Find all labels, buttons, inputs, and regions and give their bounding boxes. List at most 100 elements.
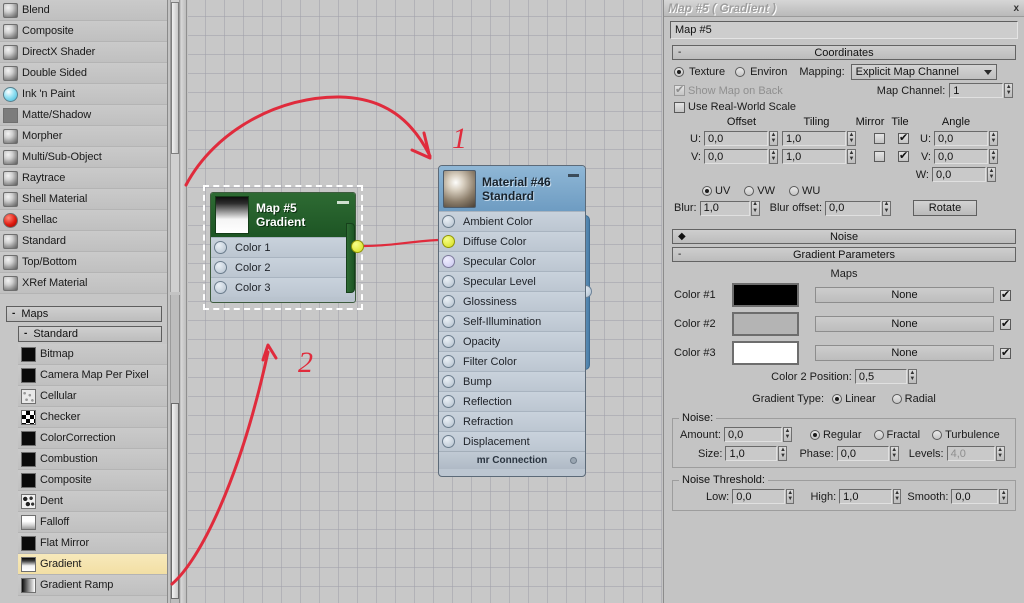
angle-u-input[interactable]: 0,0 [934,131,988,146]
parameter-panel-titlebar[interactable]: Map #5 ( Gradient ) x [664,0,1024,17]
high-input[interactable]: 1,0 [839,489,892,504]
mr-connection-row[interactable]: mr Connection [439,451,585,469]
map-list-item[interactable]: Bitmap [18,344,167,365]
rollout-gradient-parameters[interactable]: - Gradient Parameters [672,247,1016,262]
map-list-item[interactable]: Checker [18,407,167,428]
amount-input[interactable]: 0,0 [723,427,782,442]
map-list-scrollbar[interactable] [170,295,180,603]
material-list-item[interactable]: Blend [0,0,167,21]
blur-spinner[interactable]: ▲ ▼ [750,200,760,216]
map-list-item[interactable]: ColorCorrection [18,428,167,449]
material-list[interactable]: Blend Composite DirectX Shader Double Sided… [0,0,167,298]
node-output-socket[interactable] [351,240,364,253]
panel-splitter[interactable] [181,0,187,603]
node-slot[interactable]: Opacity [439,331,585,351]
node-material-46-standard[interactable]: Material #46 Standard Ambient Color Diffu… [438,165,586,477]
node-slot-socket[interactable] [442,255,455,268]
map-list-item[interactable]: Camera Map Per Pixel [18,365,167,386]
scrollbar-thumb[interactable] [171,2,179,154]
map-list-item[interactable]: Composite [18,470,167,491]
tiling-v-input[interactable]: 1,0 [782,149,846,164]
material-list-item[interactable]: Multi/Sub-Object [0,147,167,168]
size-spinner[interactable]: ▲ ▼ [778,446,788,461]
material-list-item[interactable]: Shellac [0,210,167,231]
map-channel-input[interactable]: 1 [949,83,1004,98]
map-button-3[interactable]: None [815,345,994,361]
checkbox-show-map-on-back[interactable] [674,83,685,96]
node-slot-socket[interactable] [442,315,455,328]
node-slot-socket[interactable] [442,435,455,448]
map-list-item[interactable]: Cellular [18,386,167,407]
node-output-bar[interactable] [346,223,355,293]
map-list-item[interactable]: Combustion [18,449,167,470]
scrollbar-thumb[interactable] [171,403,179,599]
tiling-v-spinner[interactable]: ▲ ▼ [847,149,856,164]
checkbox-tile-v[interactable] [898,149,909,162]
material-list-item[interactable]: XRef Material [0,273,167,294]
node-slot[interactable]: Specular Color [439,251,585,271]
angle-w-input[interactable]: 0,0 [932,167,986,182]
low-input[interactable]: 0,0 [732,489,785,504]
node-slot-socket[interactable] [442,355,455,368]
checkbox-map-2[interactable] [1000,317,1011,330]
rollout-standard[interactable]: - Standard [18,326,162,342]
node-slot[interactable]: Self-Illumination [439,311,585,331]
node-slot-socket[interactable] [442,295,455,308]
node-slot-socket[interactable] [442,395,455,408]
offset-v-spinner[interactable]: ▲ ▼ [769,149,778,164]
map-list[interactable]: Bitmap Camera Map Per Pixel Cellular Checke… [0,344,167,596]
low-spinner[interactable]: ▲ ▼ [785,489,795,504]
color-swatch-1[interactable] [732,283,799,307]
radio-regular[interactable] [809,429,820,440]
map-list-item[interactable]: Dent [18,491,167,512]
checkbox-use-real-world-scale[interactable] [674,101,685,113]
node-slot[interactable]: Color 3 [211,277,355,297]
mr-connection-socket[interactable] [570,457,577,464]
node-map-5-gradient[interactable]: Map #5 Gradient Color 1 Color 2 Color 3 [203,185,363,310]
offset-v-input[interactable]: 0,0 [704,149,768,164]
color-swatch-3[interactable] [732,341,799,365]
map-button-2[interactable]: None [815,316,994,332]
node-slot-socket[interactable] [442,275,455,288]
node-slot-socket[interactable] [214,281,227,294]
radio-texture[interactable] [674,67,684,77]
material-list-item[interactable]: Double Sided [0,63,167,84]
offset-u-spinner[interactable]: ▲ ▼ [769,131,778,146]
rollout-coordinates[interactable]: - Coordinates [672,45,1016,60]
node-slot[interactable]: Reflection [439,391,585,411]
blur-offset-spinner[interactable]: ▲ ▼ [882,200,892,216]
node-slot[interactable]: Color 2 [211,257,355,277]
phase-input[interactable]: 0,0 [836,446,889,461]
radio-vw[interactable] [744,186,755,196]
angle-u-spinner[interactable]: ▲ ▼ [989,131,998,146]
node-titlebar[interactable]: Material #46 Standard [439,166,585,211]
tiling-u-spinner[interactable]: ▲ ▼ [847,131,856,146]
angle-v-input[interactable]: 0,0 [934,149,988,164]
material-list-item[interactable]: Top/Bottom [0,252,167,273]
blur-input[interactable]: 1,0 [699,200,750,216]
material-list-item[interactable]: Standard [0,231,167,252]
radio-wu[interactable] [789,186,800,196]
checkbox-mirror-v[interactable] [874,151,885,162]
radio-turbulence[interactable] [932,429,943,440]
node-slot[interactable]: Filter Color [439,351,585,371]
color-swatch-2[interactable] [732,312,799,336]
material-list-item[interactable]: Shell Material [0,189,167,210]
close-icon[interactable]: x [1013,3,1019,14]
node-collapse-icon[interactable] [337,201,349,204]
node-slot-socket[interactable] [214,261,227,274]
checkbox-map-3[interactable] [1000,346,1011,359]
map-list-item[interactable]: Flat Mirror [18,533,167,554]
high-spinner[interactable]: ▲ ▼ [892,489,902,504]
blur-offset-input[interactable]: 0,0 [825,200,882,216]
color-2-position-spinner[interactable]: ▲ ▼ [907,369,917,384]
node-slot[interactable]: Color 1 [211,237,355,257]
node-slot[interactable]: Ambient Color [439,211,585,231]
phase-spinner[interactable]: ▲ ▼ [889,446,899,461]
node-slot[interactable]: Displacement [439,431,585,451]
map-list-item[interactable]: Falloff [18,512,167,533]
checkbox-tile-u[interactable] [898,131,909,144]
rollout-maps[interactable]: - Maps [6,306,162,322]
mapping-dropdown[interactable]: Explicit Map Channel [850,64,997,80]
node-slot[interactable]: Bump [439,371,585,391]
